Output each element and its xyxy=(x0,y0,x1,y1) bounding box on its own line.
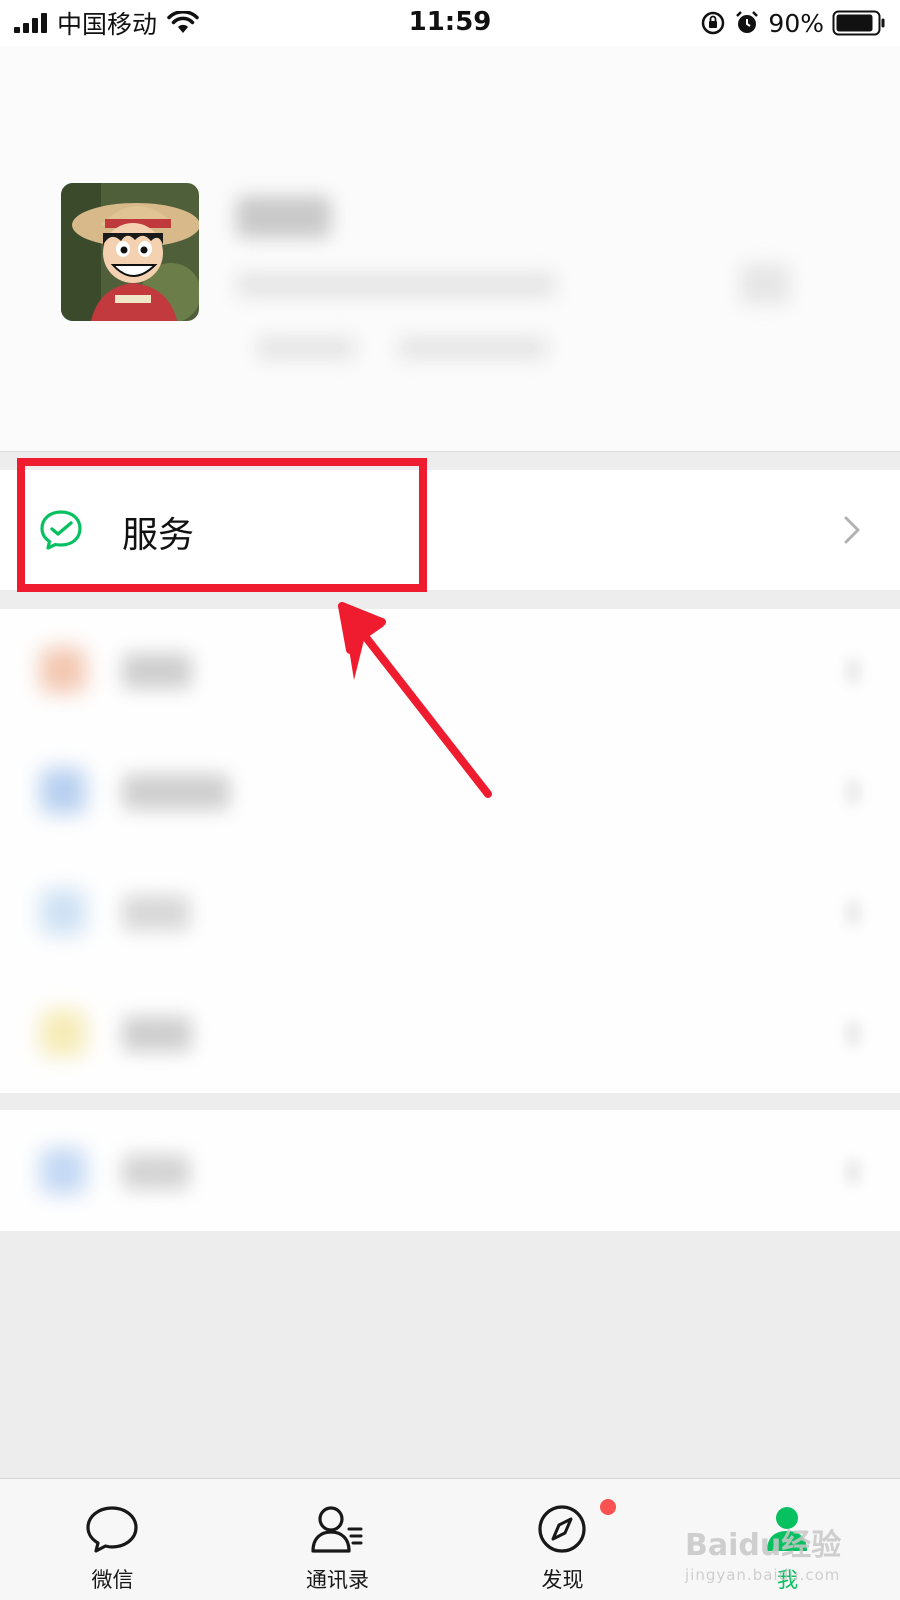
list-item[interactable] xyxy=(0,609,900,730)
chevron-right-icon xyxy=(846,659,860,683)
blurred-status-button xyxy=(256,336,356,360)
blurred-qr-code-icon xyxy=(740,264,790,304)
blurred-menu-label xyxy=(122,1154,190,1190)
tab-contacts[interactable]: 通讯录 xyxy=(225,1479,450,1600)
blurred-menu-group-2 xyxy=(0,1110,900,1231)
watermark-url: jingyan.baidu.com xyxy=(685,1566,841,1584)
tab-discover[interactable]: 发现 xyxy=(450,1479,675,1600)
blurred-wechat-id xyxy=(236,272,556,298)
status-right: 90% xyxy=(700,8,886,38)
chevron-right-icon xyxy=(846,1160,860,1184)
blurred-menu-icon xyxy=(40,1010,86,1056)
blurred-menu-label xyxy=(122,653,192,689)
blurred-nickname xyxy=(236,196,331,238)
chevron-right-icon xyxy=(846,1022,860,1046)
watermark-brand: Baidu经验 xyxy=(685,1528,842,1563)
chevron-right-icon xyxy=(846,780,860,804)
battery-icon xyxy=(832,10,885,36)
baidu-jingyan-watermark: Baidu经验 jingyan.baidu.com xyxy=(685,1520,875,1584)
blurred-menu-label xyxy=(122,1016,192,1052)
blurred-menu-icon xyxy=(40,768,86,814)
list-item[interactable] xyxy=(0,1110,900,1231)
chevron-right-icon xyxy=(846,901,860,925)
battery-percentage: 90% xyxy=(768,8,824,38)
chat-bubble-icon xyxy=(86,1506,138,1553)
tab-label: 通讯录 xyxy=(306,1568,369,1592)
blurred-menu-group-1 xyxy=(0,609,900,1093)
profile-header[interactable] xyxy=(0,46,900,452)
list-item[interactable] xyxy=(0,972,900,1093)
signal-strength-icon xyxy=(14,13,47,33)
list-item[interactable] xyxy=(0,851,900,972)
blurred-menu-label xyxy=(122,774,230,810)
alarm-icon xyxy=(736,11,759,33)
blurred-menu-icon xyxy=(40,1148,86,1194)
tab-label: 微信 xyxy=(91,1568,134,1592)
list-item[interactable] xyxy=(0,730,900,851)
contacts-icon xyxy=(311,1506,363,1553)
blurred-menu-label xyxy=(122,895,190,931)
tab-label: 发现 xyxy=(541,1568,584,1592)
compass-icon xyxy=(538,1505,586,1553)
wifi-icon xyxy=(167,11,199,33)
status-left: 中国移动 xyxy=(14,8,199,39)
chevron-right-icon xyxy=(844,516,860,544)
blurred-menu-icon xyxy=(40,647,86,693)
blurred-menu-icon xyxy=(40,889,86,935)
blurred-friends-status xyxy=(398,336,548,360)
profile-avatar[interactable] xyxy=(61,183,199,321)
avatar-cartoon-image xyxy=(61,183,199,321)
annotation-highlight-box xyxy=(17,458,427,592)
status-bar: 中国移动 11:59 90% xyxy=(0,0,900,46)
tab-chats[interactable]: 微信 xyxy=(0,1479,225,1600)
notification-badge-dot xyxy=(600,1499,616,1515)
carrier-name: 中国移动 xyxy=(57,10,158,39)
rotation-lock-icon xyxy=(702,11,725,35)
